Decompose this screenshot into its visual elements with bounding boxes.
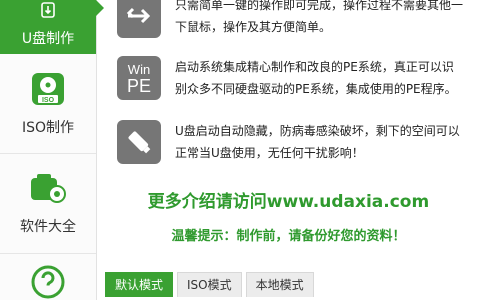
- sidebar-item-label: U盘制作: [21, 31, 75, 47]
- sidebar-item-iso-make[interactable]: ISO ISO制作: [0, 54, 96, 154]
- help-icon: [30, 264, 66, 304]
- sidebar-item-help[interactable]: [0, 262, 96, 306]
- backup-warning: 温馨提示：制作前，请备份好您的资料！: [171, 229, 406, 244]
- sidebar-item-label: ISO制作: [21, 119, 75, 136]
- website-link[interactable]: 更多介绍请访问www.udaxia.com: [97, 187, 480, 212]
- sidebar-item-software[interactable]: 软件大全: [0, 154, 96, 254]
- feature-one-click: 只需简单一键的操作即可完成，操作过程不需要其他一下鼠标，操作及其方便简单。: [117, 0, 477, 38]
- main-panel: 只需简单一键的操作即可完成，操作过程不需要其他一下鼠标，操作及其方便简单。 Wi…: [97, 0, 480, 300]
- tab-local-mode[interactable]: 本地模式: [245, 272, 314, 297]
- sidebar-item-label: 软件大全: [20, 218, 76, 235]
- tab-default-mode[interactable]: 默认模式: [105, 272, 174, 297]
- tab-iso-mode[interactable]: ISO模式: [177, 272, 242, 297]
- feature-text: 只需简单一键的操作即可完成，操作过程不需要其他一下鼠标，操作及其方便简单。: [175, 0, 464, 34]
- feature-text: 启动系统集成精心制作和改良的PE系统，真正可以识别众多不同硬盘驱动的PE系统，集…: [175, 60, 457, 96]
- mode-tabs: 默认模式 ISO模式 本地模式: [105, 272, 318, 297]
- winpe-icon: Win PE: [117, 56, 161, 100]
- sidebar-item-usb-make[interactable]: U盘制作: [0, 0, 96, 54]
- usb-icon: [40, 2, 56, 22]
- iso-disc-icon: ISO: [30, 71, 66, 111]
- usb-drive-icon: [117, 120, 161, 164]
- feature-text: U盘启动自动隐藏，防病毒感染破坏，剩下的空间可以正常当U盘使用，无任何干扰影响！: [175, 124, 460, 160]
- svg-text:ISO: ISO: [42, 97, 55, 104]
- usb-arrows-icon: [117, 0, 161, 38]
- feature-winpe: Win PE 启动系统集成精心制作和改良的PE系统，真正可以识别众多不同硬盘驱动…: [117, 56, 477, 100]
- feature-hidden-partition: U盘启动自动隐藏，防病毒感染破坏，剩下的空间可以正常当U盘使用，无任何干扰影响！: [117, 120, 477, 164]
- software-box-icon: [29, 172, 67, 210]
- sidebar: U盘制作 ISO ISO制作 软件大全: [0, 0, 97, 300]
